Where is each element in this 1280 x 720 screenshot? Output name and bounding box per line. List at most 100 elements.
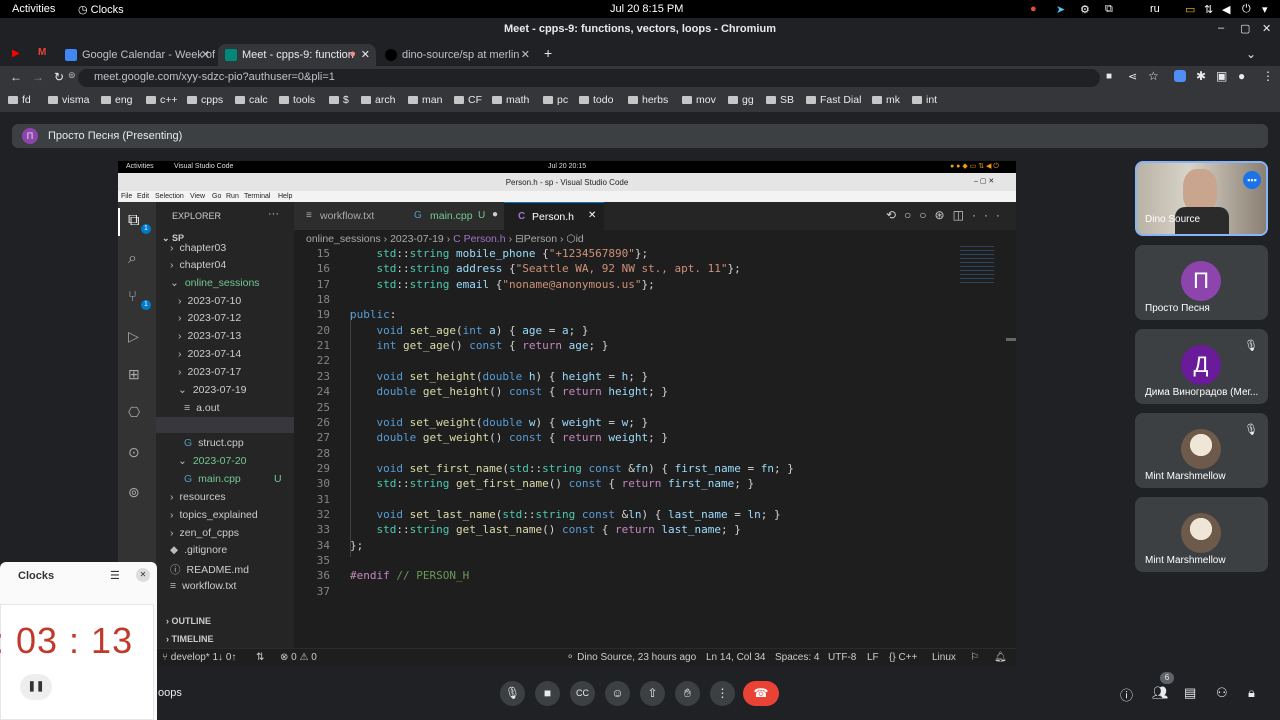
bookmark-folder[interactable]: c++ xyxy=(146,94,178,106)
bookmark-folder[interactable]: cpps xyxy=(187,94,223,106)
run-debug-icon[interactable]: ▷ xyxy=(128,328,139,345)
share-icon[interactable]: ⋖ xyxy=(1128,70,1137,83)
tree-item[interactable]: ◆ .gitignore xyxy=(170,544,227,556)
camera-icon[interactable]: ■ xyxy=(1106,71,1112,82)
clocks-app-menu[interactable]: ◷ Clocks xyxy=(78,3,124,16)
menu-icon[interactable]: ⋮ xyxy=(1262,69,1274,83)
system-datetime[interactable]: Jul 20 8:15 PM xyxy=(610,3,683,15)
people-icon[interactable]: 👥︎ xyxy=(1152,685,1169,701)
tree-item[interactable]: Gstruct.cpp xyxy=(184,437,244,449)
close-tab-icon[interactable]: ✕ xyxy=(521,48,530,61)
bookmark-folder[interactable]: pc xyxy=(543,94,568,106)
extensions-icon[interactable]: ⊞ xyxy=(128,366,140,383)
code-line[interactable]: 25 xyxy=(294,401,350,416)
code-line[interactable]: 34}; xyxy=(294,539,364,554)
profile-icon[interactable]: ● xyxy=(1238,69,1245,83)
host-controls-icon[interactable]: 🔒︎ xyxy=(1248,685,1255,701)
participant-tile[interactable]: Mint Marshmellow xyxy=(1135,497,1268,572)
feedback-icon[interactable]: ⚐ xyxy=(970,652,979,663)
code-line[interactable]: 31 xyxy=(294,493,350,508)
vscode-window-controls[interactable]: – ▢ ✕ xyxy=(974,177,994,185)
settings-sync-icon[interactable]: ⊚ xyxy=(128,484,140,501)
bookmark-folder[interactable]: Fast Dial xyxy=(806,94,861,106)
tree-item[interactable]: › 2023-07-13 xyxy=(178,330,241,342)
reload-icon[interactable]: ↻ xyxy=(54,70,64,84)
power-icon[interactable]: ⏻ xyxy=(1242,3,1251,16)
bookmark-folder[interactable]: mov xyxy=(682,94,716,106)
tree-item[interactable]: › chapter03 xyxy=(170,242,226,254)
branch-indicator[interactable]: ⑂ develop* 1↓ 0↑ xyxy=(162,652,236,663)
scrollbar-thumb[interactable] xyxy=(1006,338,1016,341)
code-line[interactable]: 29 void set_first_name(std::string const… xyxy=(294,462,794,477)
more-options-button[interactable]: ⋮ xyxy=(710,681,735,706)
raise-hand-button[interactable]: ✋︎ xyxy=(675,681,700,706)
editor-tab[interactable]: G main.cpp U ● xyxy=(400,202,504,230)
new-tab-button[interactable]: + xyxy=(544,45,552,61)
back-icon[interactable]: ← xyxy=(10,70,22,84)
extensions-icon[interactable]: ✱ xyxy=(1196,69,1206,83)
activities-icon[interactable]: ⚇ xyxy=(1216,685,1228,701)
bookmark-folder[interactable]: man xyxy=(408,94,442,106)
youtube-tab-icon[interactable]: ▶ xyxy=(12,48,20,59)
explorer-icon[interactable]: ⧉ xyxy=(128,212,139,230)
close-icon[interactable]: ✕ xyxy=(136,568,150,582)
tree-item[interactable]: › 2023-07-14 xyxy=(178,348,241,360)
code-line[interactable]: 30 std::string get_first_name() const { … xyxy=(294,477,754,492)
minimize-icon[interactable]: – xyxy=(1218,22,1224,34)
participant-tile[interactable]: Д 🎙︎ Дима Виноградов (Мег... xyxy=(1135,329,1268,404)
address-bar[interactable]: ⊜ meet.google.com/xyy-sdzc-pio?authuser=… xyxy=(68,69,1100,87)
code-line[interactable]: 32 void set_last_name(std::string const … xyxy=(294,508,781,523)
tree-item[interactable]: Gmain.cpp U xyxy=(184,473,282,485)
forward-icon[interactable]: → xyxy=(32,70,44,84)
extension-icon[interactable] xyxy=(1174,70,1186,82)
tree-item[interactable]: ⌄ 2023-07-19 xyxy=(178,384,247,396)
tree-item[interactable]: › zen_of_cpps xyxy=(170,527,239,539)
editor-tab-active[interactable]: C Person.h ✕ xyxy=(504,202,604,230)
outline-section[interactable]: › OUTLINE xyxy=(166,616,211,626)
code-line[interactable]: 19 public: xyxy=(294,308,397,323)
mic-button[interactable]: 🎙︎ xyxy=(500,681,525,706)
tree-item[interactable]: ⌄ online_sessions xyxy=(170,277,260,289)
bookmark-folder[interactable]: math xyxy=(492,94,529,106)
code-line[interactable]: 36 #endif // PERSON_H xyxy=(294,569,469,584)
bookmark-folder[interactable]: gg xyxy=(728,94,754,106)
hamburger-menu-icon[interactable]: ☰ xyxy=(110,569,120,582)
tab-meet[interactable]: Meet - cpps-9: function ● ✕ xyxy=(218,44,376,66)
gmail-tab-icon[interactable]: M xyxy=(38,47,46,58)
close-icon[interactable]: ✕ xyxy=(1262,22,1271,35)
sidepanel-icon[interactable]: ▣ xyxy=(1216,69,1227,83)
tree-item[interactable]: › resources xyxy=(170,491,226,503)
git-blame[interactable]: ⚬ Dino Source, 23 hours ago xyxy=(566,652,696,663)
bookmark-folder[interactable]: herbs xyxy=(628,94,668,106)
info-icon[interactable]: ⓘ xyxy=(1120,685,1133,704)
code-line[interactable]: 35 xyxy=(294,554,350,569)
tab-github[interactable]: dino-source/sp at merlin ✕ xyxy=(378,44,536,66)
chat-icon[interactable]: ▤ xyxy=(1184,685,1196,701)
participant-tile-self[interactable]: ▪▪▪ Dino Source xyxy=(1135,161,1268,236)
code-line[interactable]: 23 void set_height(double h) { height = … xyxy=(294,370,648,385)
code-line[interactable]: 33 std::string get_last_name() const { r… xyxy=(294,523,741,538)
tab-calendar[interactable]: Google Calendar - Week of ✕ xyxy=(58,44,216,66)
timeline-section[interactable]: › TIMELINE xyxy=(166,634,214,644)
bookmark-folder[interactable]: visma xyxy=(48,94,89,106)
activities-button[interactable]: Activities xyxy=(12,3,55,15)
participant-tile[interactable]: 🎙︎ Mint Marshmellow xyxy=(1135,413,1268,488)
tree-item[interactable]: ⌄ 2023-07-20 xyxy=(178,455,247,467)
code-line[interactable]: 24 double get_height() const { return he… xyxy=(294,385,668,400)
source-control-icon[interactable]: ⑂ xyxy=(128,288,137,305)
minimap[interactable] xyxy=(960,246,994,286)
close-tab-icon[interactable]: ✕ xyxy=(588,210,596,221)
code-line[interactable]: 27 double get_weight() const { return we… xyxy=(294,431,668,446)
present-button[interactable]: ⇧ xyxy=(640,681,665,706)
bookmark-folder[interactable]: calc xyxy=(235,94,268,106)
bookmark-folder[interactable]: fd xyxy=(8,94,31,106)
bookmark-folder[interactable]: tools xyxy=(279,94,315,106)
editor-actions[interactable]: ⟲○○⊛◫··· xyxy=(886,208,1008,222)
menu-arrow-icon[interactable]: ▾ xyxy=(1262,3,1268,16)
participant-tile[interactable]: П Просто Песня xyxy=(1135,245,1268,320)
close-tab-icon[interactable]: ✕ xyxy=(201,48,210,61)
code-line[interactable]: 16 std::string address {"Seattle WA, 92 … xyxy=(294,262,741,277)
tree-item[interactable]: › 2023-07-17 xyxy=(178,366,241,378)
git-graph-icon[interactable]: ⊙ xyxy=(128,444,140,461)
code-line[interactable]: 21 int get_age() const { return age; } xyxy=(294,339,609,354)
